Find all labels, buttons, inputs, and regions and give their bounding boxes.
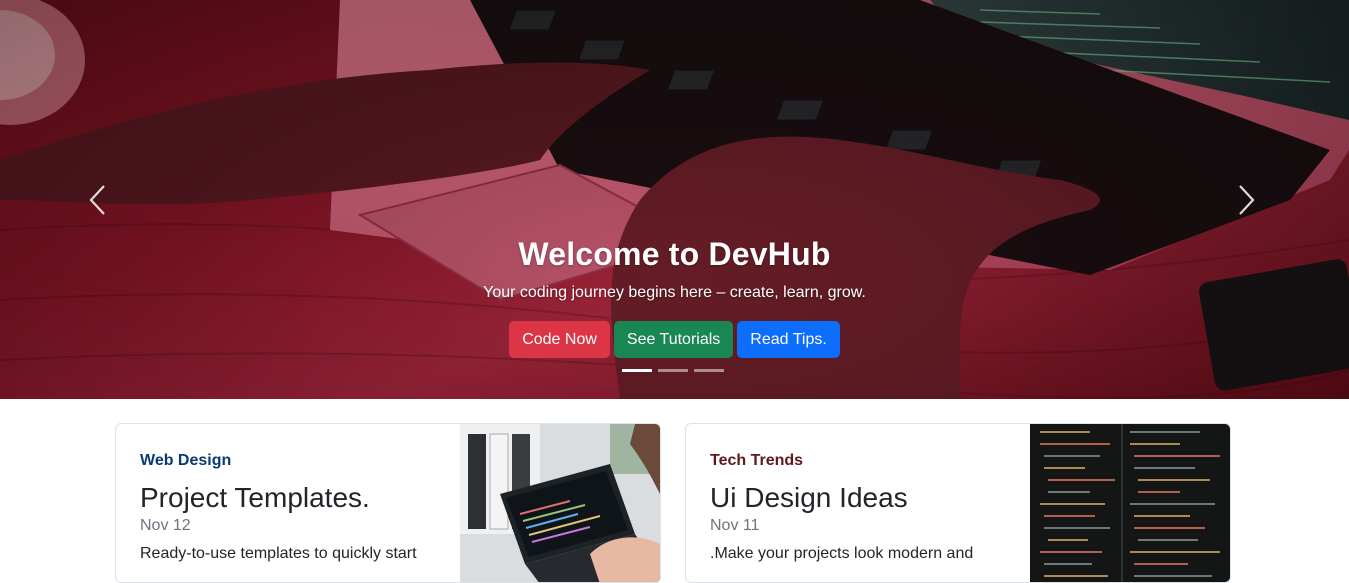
hero-title: Welcome to DevHub [518, 236, 831, 272]
code-screen-image [1030, 424, 1230, 582]
hero-subtitle: Your coding journey begins here – create… [483, 284, 866, 301]
chevron-left-icon [89, 185, 105, 215]
read-tips-button[interactable]: Read Tips. [737, 321, 840, 358]
card-thumbnail [1030, 424, 1230, 582]
card-thumbnail [460, 424, 660, 582]
card-date: Nov 11 [710, 517, 760, 534]
card-title[interactable]: Project Templates. [140, 482, 370, 514]
card-category: Web Design [140, 452, 232, 469]
card-description: Ready-to-use templates to quickly start [140, 545, 417, 562]
post-card-web-design[interactable]: Web Design Project Templates. Nov 12 Rea… [115, 423, 661, 583]
code-now-button[interactable]: Code Now [509, 321, 610, 358]
card-title[interactable]: Ui Design Ideas [710, 482, 908, 514]
chevron-right-icon [1239, 185, 1255, 215]
carousel-indicator-1[interactable] [622, 369, 652, 372]
carousel-next-button[interactable] [1226, 180, 1266, 220]
carousel-indicator-3[interactable] [694, 369, 724, 372]
post-card-tech-trends[interactable]: Tech Trends Ui Design Ideas Nov 11 .Make… [685, 423, 1231, 583]
carousel-indicators [622, 369, 724, 372]
hero-button-group: Code Now See Tutorials Read Tips. [0, 321, 1349, 358]
card-description: .Make your projects look modern and [710, 545, 974, 562]
carousel-indicator-2[interactable] [658, 369, 688, 372]
laptop-coding-image [460, 424, 660, 582]
carousel-prev-button[interactable] [78, 180, 118, 220]
card-date: Nov 12 [140, 517, 191, 534]
card-category: Tech Trends [710, 452, 804, 469]
see-tutorials-button[interactable]: See Tutorials [613, 321, 734, 358]
hero-carousel: Welcome to DevHub Your coding journey be… [0, 0, 1349, 399]
